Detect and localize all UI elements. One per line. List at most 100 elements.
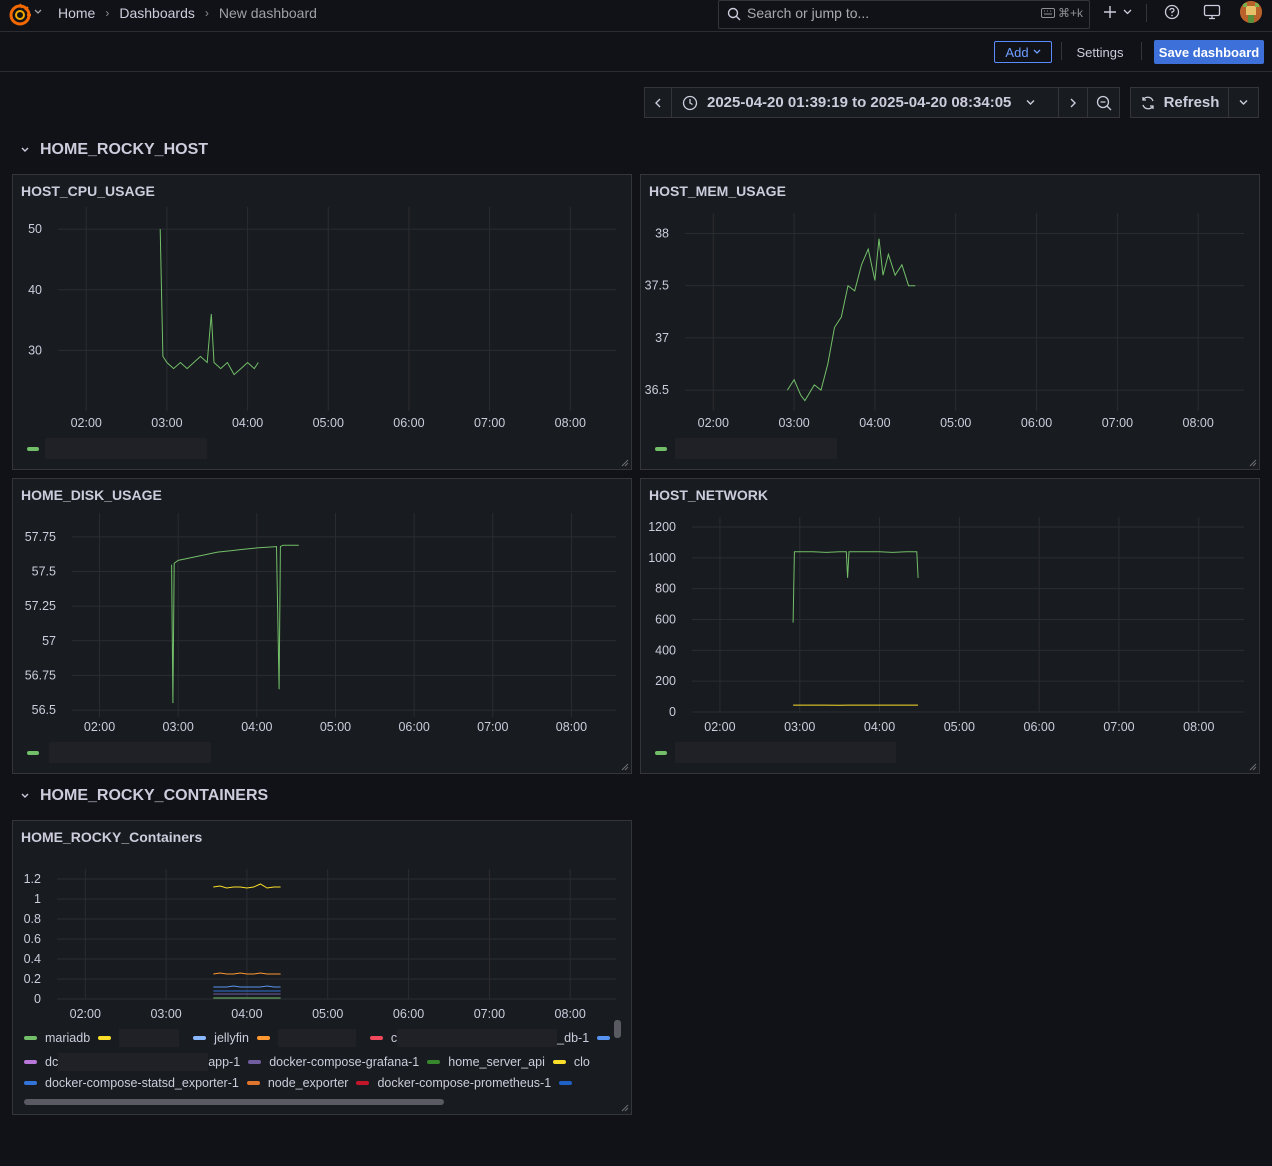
legend-label: jellyfin xyxy=(214,1031,249,1045)
series-line xyxy=(792,551,919,623)
y-tick-label: 1000 xyxy=(648,551,676,565)
legend-item[interactable]: home_server_api xyxy=(427,1055,545,1069)
chevron-down-icon[interactable] xyxy=(34,8,42,16)
legend-swatch xyxy=(27,447,39,451)
divider xyxy=(1061,42,1062,60)
legend-label: clo xyxy=(573,1055,590,1069)
time-range-label: 2025-04-20 01:39:19 to 2025-04-20 08:34:… xyxy=(707,94,1012,111)
x-tick-label: 04:00 xyxy=(864,720,895,734)
scrollbar-thumb[interactable] xyxy=(614,1020,621,1038)
x-tick-label: 04:00 xyxy=(232,416,263,430)
x-tick-label: 03:00 xyxy=(784,720,815,734)
plus-icon[interactable] xyxy=(1103,4,1117,20)
add-button-label: Add xyxy=(1005,44,1029,60)
legend-row: docker-compose-statsd_exporter-1 node_ex… xyxy=(24,1076,588,1090)
x-tick-label: 06:00 xyxy=(393,416,424,430)
legend-label: node_exporter xyxy=(267,1076,349,1090)
panel-host-cpu-usage[interactable]: HOST_CPU_USAGE 50 40 30 02:00 03:00 04:00 05:0… xyxy=(12,174,632,470)
legend-item[interactable]: jellyfin xyxy=(193,1031,249,1045)
legend-item[interactable] xyxy=(98,1029,185,1047)
panel-host-mem-usage[interactable]: HOST_MEM_USAGE 38 37.5 37 36.5 02:00 03:00 04:… xyxy=(640,174,1260,470)
refresh-button[interactable]: Refresh xyxy=(1130,87,1229,118)
panel-host-network[interactable]: HOST_NETWORK 1200 1000 800 600 400 200 0 02:00 0… xyxy=(640,478,1260,774)
x-tick-label: 08:00 xyxy=(555,1007,586,1021)
legend-item[interactable]: docker-compose-statsd_exporter-1 xyxy=(24,1076,239,1090)
y-tick-label: 600 xyxy=(655,613,676,627)
y-tick-label: 57.5 xyxy=(32,565,56,579)
add-button[interactable]: Add xyxy=(994,41,1052,63)
x-tick-label: 03:00 xyxy=(163,720,194,734)
chevron-right-icon xyxy=(1070,98,1076,107)
resize-handle-icon[interactable] xyxy=(1249,763,1257,771)
redacted-legend-label xyxy=(675,742,896,763)
x-tick-label: 06:00 xyxy=(398,720,429,734)
y-tick-label: 37 xyxy=(655,331,669,345)
redacted-legend-label xyxy=(58,1053,209,1071)
legend-label: docker-compose-statsd_exporter-1 xyxy=(45,1076,239,1090)
chevron-down-icon xyxy=(1026,100,1035,105)
x-tick-label: 05:00 xyxy=(313,416,344,430)
y-tick-label: 0.4 xyxy=(24,952,41,966)
legend-swatch xyxy=(552,1060,566,1064)
legend-item[interactable]: dc app-1 xyxy=(24,1053,240,1071)
divider xyxy=(1141,42,1142,60)
legend-swatch xyxy=(24,1036,37,1040)
y-tick-label: 40 xyxy=(28,283,42,297)
legend-item[interactable]: docker-compose-grafana-1 xyxy=(248,1055,419,1069)
legend-item[interactable]: node_exporter xyxy=(246,1076,349,1090)
y-tick-label: 1200 xyxy=(648,520,676,534)
x-tick-label: 06:00 xyxy=(1024,720,1055,734)
grafana-logo-icon[interactable] xyxy=(8,2,34,26)
legend-swatch xyxy=(256,1036,270,1040)
breadcrumb-dashboards[interactable]: Dashboards xyxy=(119,5,195,21)
news-icon[interactable] xyxy=(1203,4,1221,20)
row-header-containers[interactable]: HOME_ROCKY_CONTAINERS xyxy=(20,787,268,805)
refresh-interval-dropdown[interactable] xyxy=(1228,87,1259,118)
y-tick-label: 37.5 xyxy=(645,279,669,293)
chevron-down-icon xyxy=(21,147,29,152)
legend-vertical-scrollbar[interactable] xyxy=(613,1020,622,1096)
legend-label: app-1 xyxy=(208,1055,241,1069)
legend-item[interactable]: docker-compose-prometheus-1 xyxy=(356,1076,551,1090)
redacted-legend-label xyxy=(45,438,207,459)
x-tick-label: 06:00 xyxy=(1021,416,1052,430)
panel-home-disk-usage[interactable]: HOME_DISK_USAGE 57.75 57.5 57.25 57 56.75 56.… xyxy=(12,478,632,774)
time-range-back-button[interactable] xyxy=(644,87,672,118)
legend-horizontal-scrollbar[interactable] xyxy=(24,1099,444,1105)
x-tick-label: 07:00 xyxy=(474,1007,505,1021)
time-range-picker[interactable]: 2025-04-20 01:39:19 to 2025-04-20 08:34:… xyxy=(671,87,1059,118)
x-tick-label: 04:00 xyxy=(231,1007,262,1021)
legend-item[interactable] xyxy=(559,1081,580,1085)
legend-swatch xyxy=(24,1060,37,1064)
x-tick-label: 05:00 xyxy=(320,720,351,734)
keyboard-shortcut: ⌘+k xyxy=(1040,6,1083,20)
search-input[interactable]: Search or jump to... ⌘+k xyxy=(718,0,1090,29)
help-icon[interactable] xyxy=(1164,4,1180,20)
zoom-out-button[interactable] xyxy=(1087,87,1120,118)
y-tick-label: 0 xyxy=(34,992,41,1006)
row-header-host[interactable]: HOME_ROCKY_HOST xyxy=(20,141,208,159)
top-navbar: Home › Dashboards › New dashboard Search… xyxy=(0,0,1272,32)
legend-label: docker-compose-grafana-1 xyxy=(269,1055,420,1069)
legend-item[interactable]: clo xyxy=(552,1055,590,1069)
resize-handle-icon[interactable] xyxy=(1249,459,1257,467)
resize-handle-icon[interactable] xyxy=(621,459,629,467)
breadcrumb-separator-icon: › xyxy=(204,6,209,20)
time-range-forward-button[interactable] xyxy=(1058,87,1088,118)
x-tick-label: 02:00 xyxy=(704,720,735,734)
y-tick-label: 1.2 xyxy=(24,872,41,886)
legend-label: docker-compose-prometheus-1 xyxy=(377,1076,552,1090)
resize-handle-icon[interactable] xyxy=(621,1104,629,1112)
y-tick-label: 30 xyxy=(28,343,42,357)
legend-item[interactable]: mariadb xyxy=(24,1031,90,1045)
chevron-down-icon[interactable] xyxy=(1123,8,1132,16)
legend-item[interactable] xyxy=(256,1029,362,1047)
settings-button[interactable]: Settings xyxy=(1066,41,1134,63)
legend-item[interactable]: c _db-1 xyxy=(369,1029,589,1047)
x-tick-label: 04:00 xyxy=(241,720,272,734)
save-dashboard-button[interactable]: Save dashboard xyxy=(1154,40,1264,64)
breadcrumb-home[interactable]: Home xyxy=(58,5,95,21)
chevron-down-icon xyxy=(1239,100,1248,105)
resize-handle-icon[interactable] xyxy=(621,763,629,771)
avatar[interactable] xyxy=(1240,1,1262,23)
